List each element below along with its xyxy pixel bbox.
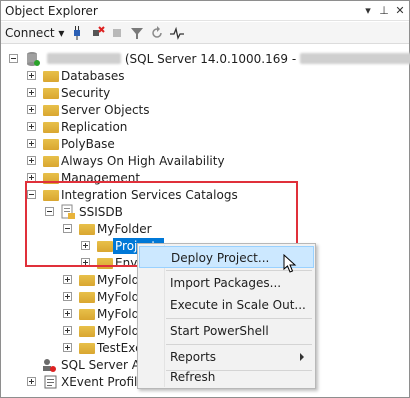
close-icon[interactable]: ✕ (393, 3, 407, 19)
expand-toggle-icon[interactable] (27, 122, 36, 131)
expand-toggle-icon[interactable] (27, 88, 36, 97)
menu-item-reports[interactable]: Reports (139, 346, 314, 368)
folder-icon (43, 105, 59, 116)
folder-icon (43, 122, 59, 133)
folder-icon (43, 156, 59, 167)
submenu-arrow-icon (300, 353, 304, 361)
mouse-pointer-icon (283, 254, 297, 273)
tree-node-label: Server Objects (61, 103, 150, 117)
stop-icon[interactable] (109, 25, 125, 41)
tree-node-label: Always On High Availability (61, 154, 225, 168)
filter-icon[interactable] (129, 25, 145, 41)
folder-icon (79, 292, 95, 303)
tree-node-label: Databases (61, 69, 125, 83)
tree-node-label: Security (61, 86, 111, 100)
redacted-login-name (300, 53, 410, 64)
dropdown-arrow-icon[interactable]: ▾ (361, 3, 375, 19)
menu-item-import-packages[interactable]: Import Packages... (139, 272, 314, 294)
pin-icon[interactable]: ⊥ (377, 3, 391, 19)
server-label: (SQL Server 14.0.1000.169 - ) (47, 51, 410, 67)
xevent-profiler-icon (44, 375, 57, 389)
folder-icon (43, 71, 59, 82)
activity-monitor-icon[interactable] (169, 25, 185, 41)
object-explorer-window: Object Explorer ▾ ⊥ ✕ Connect ▾ (SQL Ser… (0, 0, 410, 398)
folder-icon (79, 343, 95, 354)
tree-node-server[interactable]: (SQL Server 14.0.1000.169 - ) (1, 50, 410, 68)
expand-toggle-icon[interactable] (27, 71, 36, 80)
expand-toggle-icon[interactable] (63, 326, 72, 335)
tree-node-always-on[interactable]: Always On High Availability (1, 152, 301, 170)
title-bar: Object Explorer ▾ ⊥ ✕ (1, 1, 409, 21)
tree-node-security[interactable]: Security (1, 84, 301, 102)
expand-toggle-icon[interactable] (27, 377, 36, 386)
tree-node-replication[interactable]: Replication (1, 118, 301, 136)
tree-node-label: PolyBase (61, 137, 115, 151)
connect-button[interactable]: Connect ▾ (5, 26, 64, 40)
menu-item-start-powershell[interactable]: Start PowerShell (139, 320, 314, 342)
refresh-icon[interactable] (149, 25, 165, 41)
menu-item-execute-scale-out[interactable]: Execute in Scale Out... (139, 294, 314, 316)
menu-item-label: Reports (170, 350, 217, 364)
expand-toggle-icon[interactable] (63, 343, 72, 352)
server-icon (27, 52, 40, 66)
menu-item-refresh[interactable]: Refresh (139, 366, 314, 388)
window-title: Object Explorer (5, 4, 98, 18)
folder-icon (79, 326, 95, 337)
folder-icon (79, 309, 95, 320)
folder-icon (43, 88, 59, 99)
collapse-toggle-icon[interactable] (9, 54, 18, 63)
folder-icon (79, 275, 95, 286)
tree-node-polybase[interactable]: PolyBase (1, 135, 301, 153)
expand-toggle-icon[interactable] (27, 105, 36, 114)
menu-separator (166, 344, 312, 345)
menu-separator (166, 318, 312, 319)
expand-toggle-icon[interactable] (63, 275, 72, 284)
disconnect-icon[interactable] (89, 25, 105, 41)
expand-toggle-icon[interactable] (63, 292, 72, 301)
tree-node-label: Replication (61, 120, 128, 134)
expand-toggle-icon[interactable] (63, 309, 72, 318)
toolbar: Connect ▾ (1, 22, 409, 44)
redacted-server-name (47, 53, 121, 64)
connect-plug-icon[interactable] (69, 25, 85, 41)
folder-icon (43, 139, 59, 150)
agent-icon (43, 359, 56, 372)
expand-toggle-icon[interactable] (27, 156, 36, 165)
expand-toggle-icon[interactable] (27, 139, 36, 148)
tree-node-server-objects[interactable]: Server Objects (1, 101, 301, 119)
tree-node-databases[interactable]: Databases (1, 67, 301, 85)
